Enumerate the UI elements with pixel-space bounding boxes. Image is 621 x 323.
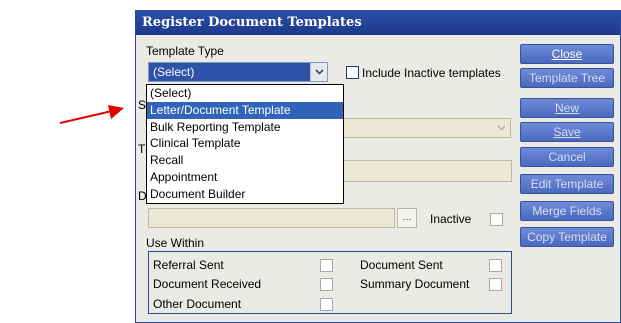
document-sent-label: Document Sent bbox=[360, 258, 443, 272]
cancel-button[interactable]: Cancel bbox=[520, 147, 614, 167]
document-received-label: Document Received bbox=[153, 277, 262, 291]
category-field bbox=[331, 118, 511, 138]
document-sent-checkbox[interactable] bbox=[489, 259, 502, 272]
document-received-checkbox[interactable] bbox=[320, 278, 333, 291]
copy-template-button[interactable]: Copy Template bbox=[520, 227, 614, 247]
dropdown-option-clinical-template[interactable]: Clinical Template bbox=[147, 135, 343, 152]
s-label: S bbox=[138, 98, 147, 112]
description-field bbox=[148, 208, 395, 228]
template-type-dropdown-list: (Select) Letter/Document Template Bulk R… bbox=[146, 84, 344, 204]
dropdown-option-bulk-reporting-template[interactable]: Bulk Reporting Template bbox=[147, 119, 343, 136]
referral-sent-label: Referral Sent bbox=[153, 258, 224, 272]
include-inactive-label: Include Inactive templates bbox=[362, 66, 501, 80]
dialog-title: Register Document Templates bbox=[136, 11, 620, 35]
dropdown-option-appointment[interactable]: Appointment bbox=[147, 169, 343, 186]
chevron-down-icon[interactable] bbox=[310, 63, 327, 81]
dropdown-option-letter-document-template[interactable]: Letter/Document Template bbox=[147, 101, 343, 119]
dropdown-option-select[interactable]: (Select) bbox=[147, 85, 343, 102]
template-name-field bbox=[331, 160, 512, 182]
dropdown-option-document-builder[interactable]: Document Builder bbox=[147, 186, 343, 203]
template-tree-button[interactable]: Template Tree bbox=[520, 68, 614, 88]
inactive-checkbox[interactable] bbox=[490, 213, 503, 226]
other-document-checkbox[interactable] bbox=[320, 298, 333, 311]
red-arrow-icon bbox=[60, 105, 124, 124]
use-within-groupbox: Referral Sent Document Sent Document Rec… bbox=[148, 251, 512, 314]
summary-document-label: Summary Document bbox=[360, 277, 470, 291]
edit-template-button[interactable]: Edit Template bbox=[520, 174, 614, 194]
browse-button[interactable]: ... bbox=[397, 208, 417, 228]
save-button[interactable]: Save bbox=[520, 122, 614, 142]
other-document-label: Other Document bbox=[153, 297, 242, 311]
close-button[interactable]: Close bbox=[520, 44, 614, 64]
chevron-down-icon bbox=[497, 125, 506, 131]
referral-sent-checkbox[interactable] bbox=[320, 259, 333, 272]
use-within-label: Use Within bbox=[146, 236, 205, 250]
template-type-selected: (Select) bbox=[153, 65, 195, 79]
summary-document-checkbox[interactable] bbox=[489, 278, 502, 291]
register-document-templates-dialog: Register Document Templates Template Typ… bbox=[135, 10, 621, 323]
new-button[interactable]: New bbox=[520, 98, 614, 118]
t-label: T bbox=[138, 142, 146, 156]
template-type-label: Template Type bbox=[146, 44, 224, 58]
template-type-combobox[interactable]: (Select) bbox=[148, 62, 328, 82]
inactive-label: Inactive bbox=[430, 212, 472, 226]
merge-fields-button[interactable]: Merge Fields bbox=[520, 201, 614, 221]
dropdown-option-recall[interactable]: Recall bbox=[147, 152, 343, 169]
include-inactive-checkbox[interactable] bbox=[346, 66, 359, 79]
